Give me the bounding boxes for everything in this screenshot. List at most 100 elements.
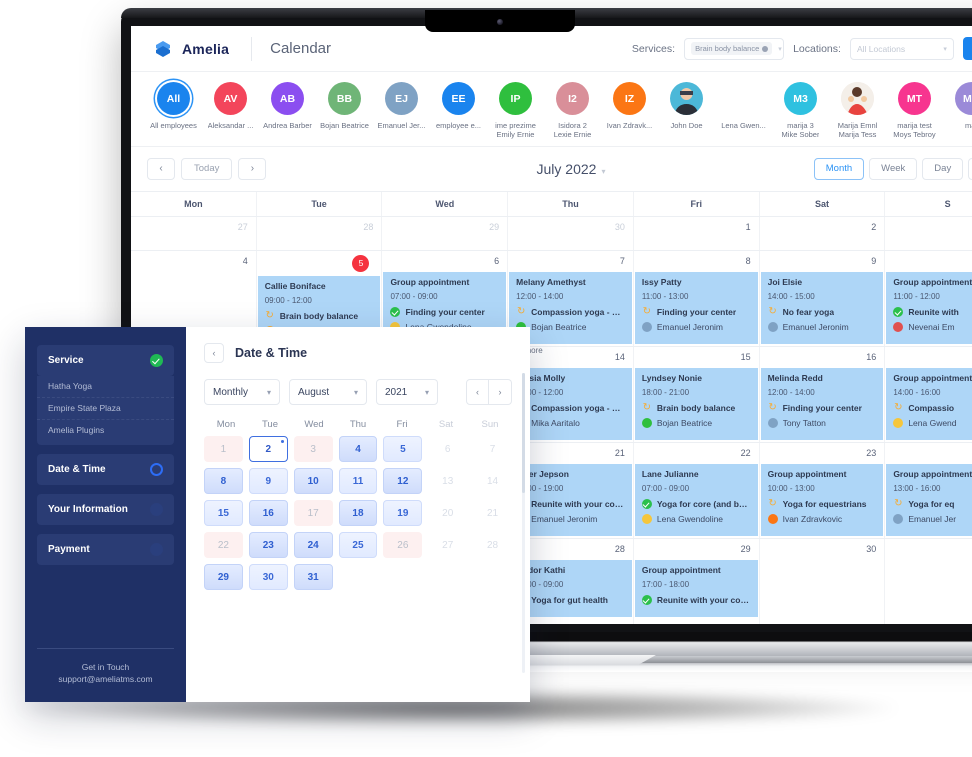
employee-filter-item[interactable]: IZIvan Zdravk... <box>601 82 658 140</box>
booking-date-5[interactable]: 5 <box>383 436 422 462</box>
service-chip-remove-icon[interactable] <box>762 46 768 52</box>
avatar[interactable]: AB <box>271 82 304 115</box>
employee-filter-item[interactable]: John Doe <box>658 82 715 140</box>
employee-filter-item[interactable]: MGmar <box>943 82 972 140</box>
calendar-event[interactable]: Melinda Redd12:00 - 14:00↻Finding your c… <box>761 368 884 440</box>
booking-scrollbar[interactable] <box>522 373 525 673</box>
footer-email[interactable]: support@ameliatms.com <box>37 673 174 686</box>
avatar[interactable]: All <box>157 82 190 115</box>
brand[interactable]: Amelia <box>153 39 229 59</box>
calendar-day-cell[interactable]: 16Melinda Redd12:00 - 14:00↻Finding your… <box>760 347 886 442</box>
booking-step-your-information[interactable]: Your Information <box>37 494 174 525</box>
booking-date-2[interactable]: 2 <box>249 436 288 462</box>
avatar[interactable]: EE <box>442 82 475 115</box>
calendar-day-cell[interactable]: 28 <box>257 217 383 250</box>
calendar-day-cell[interactable]: 9Joi Elsie14:00 - 15:00↻No fear yogaEman… <box>760 251 886 346</box>
calendar-day-cell[interactable]: 10Group appointment11:00 - 12:00Reunite … <box>885 251 972 346</box>
employee-filter-item[interactable]: LGLena Gwen... <box>715 82 772 140</box>
booking-date-8[interactable]: 8 <box>204 468 243 494</box>
calendar-day-cell[interactable]: 1 <box>634 217 760 250</box>
employee-filter-item[interactable]: EJEmanuel Jer... <box>373 82 430 140</box>
calendar-event[interactable]: Group appointment11:00 - 12:00Reunite wi… <box>886 272 972 344</box>
booking-date-31[interactable]: 31 <box>294 564 333 590</box>
booking-step-payment[interactable]: Payment <box>37 534 174 565</box>
calendar-day-cell[interactable]: 27 <box>131 217 257 250</box>
avatar[interactable]: IP <box>499 82 532 115</box>
locations-select[interactable]: All Locations ▾ <box>850 38 954 60</box>
booking-date-18[interactable]: 18 <box>339 500 378 526</box>
calendar-event[interactable]: Issy Patty11:00 - 13:00↻Finding your cen… <box>635 272 758 344</box>
booking-date-23[interactable]: 23 <box>249 532 288 558</box>
employee-filter-item[interactable]: EEemployee e... <box>430 82 487 140</box>
calendar-event[interactable]: Group appointment17:00 - 18:00Reunite wi… <box>635 560 758 617</box>
employee-filter-item[interactable]: I2Isidora 2Lexie Ernie <box>544 82 601 140</box>
chevron-down-icon[interactable]: ▾ <box>601 167 605 176</box>
employee-filter-item[interactable]: Marija EmnlMarija Tess <box>829 82 886 140</box>
booking-date-25[interactable]: 25 <box>339 532 378 558</box>
view-button-week[interactable]: Week <box>869 158 917 180</box>
back-button[interactable]: ‹ <box>204 343 224 363</box>
calendar-day-cell[interactable]: 22Lane Julianne07:00 - 09:00Yoga for cor… <box>634 443 760 538</box>
calendar-event[interactable]: Lyndsey Nonie18:00 - 21:00↻Brain body ba… <box>635 368 758 440</box>
calendar-day-cell[interactable]: 23Group appointment10:00 - 13:00↻Yoga fo… <box>760 443 886 538</box>
employee-filter-item[interactable]: M3marija 3Mike Sober <box>772 82 829 140</box>
booking-step-service[interactable]: Service <box>37 345 174 376</box>
month-select[interactable]: August ▾ <box>289 379 367 405</box>
booking-date-30[interactable]: 30 <box>249 564 288 590</box>
employee-filter-item[interactable]: ABAndrea Barber <box>259 82 316 140</box>
year-select[interactable]: 2021 ▾ <box>376 379 438 405</box>
calendar-day-cell[interactable]: 30 <box>508 217 634 250</box>
avatar[interactable]: MT <box>898 82 931 115</box>
avatar[interactable]: M3 <box>784 82 817 115</box>
period-select[interactable]: Monthly ▾ <box>204 379 280 405</box>
avatar[interactable]: BB <box>328 82 361 115</box>
services-select[interactable]: Brain body balance ▾ <box>684 38 784 60</box>
calendar-event[interactable]: Group appointment14:00 - 16:00↻Compassio… <box>886 368 972 440</box>
view-button-list[interactable]: List <box>968 158 972 180</box>
calendar-day-cell[interactable]: 15Lyndsey Nonie18:00 - 21:00↻Brain body … <box>634 347 760 442</box>
avatar[interactable]: IZ <box>613 82 646 115</box>
view-button-month[interactable]: Month <box>814 158 864 180</box>
employee-filter-item[interactable]: MTmarija testMoys Tebroy <box>886 82 943 140</box>
calendar-event[interactable]: Group appointment13:00 - 16:00↻Yoga for … <box>886 464 972 536</box>
calendar-day-cell[interactable]: 2 <box>760 217 886 250</box>
calendar-day-cell[interactable]: 31 <box>885 539 972 624</box>
employee-filter-item[interactable]: BBBojan Beatrice <box>316 82 373 140</box>
booking-date-29[interactable]: 29 <box>204 564 243 590</box>
avatar[interactable]: AV <box>214 82 247 115</box>
avatar[interactable]: LG <box>727 82 760 115</box>
booking-date-19[interactable]: 19 <box>383 500 422 526</box>
calendar-day-cell[interactable]: 3 <box>885 217 972 250</box>
service-chip[interactable]: Brain body balance <box>691 42 772 55</box>
prev-month-button[interactable]: ‹ <box>466 379 489 405</box>
avatar[interactable] <box>841 82 874 115</box>
booking-date-15[interactable]: 15 <box>204 500 243 526</box>
booking-date-16[interactable]: 16 <box>249 500 288 526</box>
today-button[interactable]: Today <box>181 158 232 180</box>
calendar-event[interactable]: Joi Elsie14:00 - 15:00↻No fear yogaEmanu… <box>761 272 884 344</box>
booking-step-date-time[interactable]: Date & Time <box>37 454 174 485</box>
calendar-day-cell[interactable]: 30 <box>760 539 886 624</box>
employee-filter-item[interactable]: AVAleksandar ... <box>202 82 259 140</box>
calendar-day-cell[interactable]: 8Issy Patty11:00 - 13:00↻Finding your ce… <box>634 251 760 346</box>
booking-date-24[interactable]: 24 <box>294 532 333 558</box>
avatar[interactable]: MG <box>955 82 972 115</box>
new-appointment-button[interactable]: + New <box>963 37 972 60</box>
calendar-day-cell[interactable]: 17Group appointment14:00 - 16:00↻Compass… <box>885 347 972 442</box>
calendar-day-cell[interactable]: 29Group appointment17:00 - 18:00Reunite … <box>634 539 760 624</box>
employee-filter-item[interactable]: IPime prezimeEmily Ernie <box>487 82 544 140</box>
calendar-day-cell[interactable]: 24Group appointment13:00 - 16:00↻Yoga fo… <box>885 443 972 538</box>
calendar-event[interactable]: Lane Julianne07:00 - 09:00Yoga for core … <box>635 464 758 536</box>
prev-period-button[interactable]: ‹ <box>147 158 175 180</box>
booking-date-10[interactable]: 10 <box>294 468 333 494</box>
booking-date-9[interactable]: 9 <box>249 468 288 494</box>
calendar-day-cell[interactable]: 29 <box>382 217 508 250</box>
booking-date-12[interactable]: 12 <box>383 468 422 494</box>
next-period-button[interactable]: › <box>238 158 266 180</box>
avatar[interactable]: EJ <box>385 82 418 115</box>
calendar-event[interactable]: Group appointment10:00 - 13:00↻Yoga for … <box>761 464 884 536</box>
view-button-day[interactable]: Day <box>922 158 963 180</box>
avatar[interactable] <box>670 82 703 115</box>
booking-date-11[interactable]: 11 <box>339 468 378 494</box>
avatar[interactable]: I2 <box>556 82 589 115</box>
